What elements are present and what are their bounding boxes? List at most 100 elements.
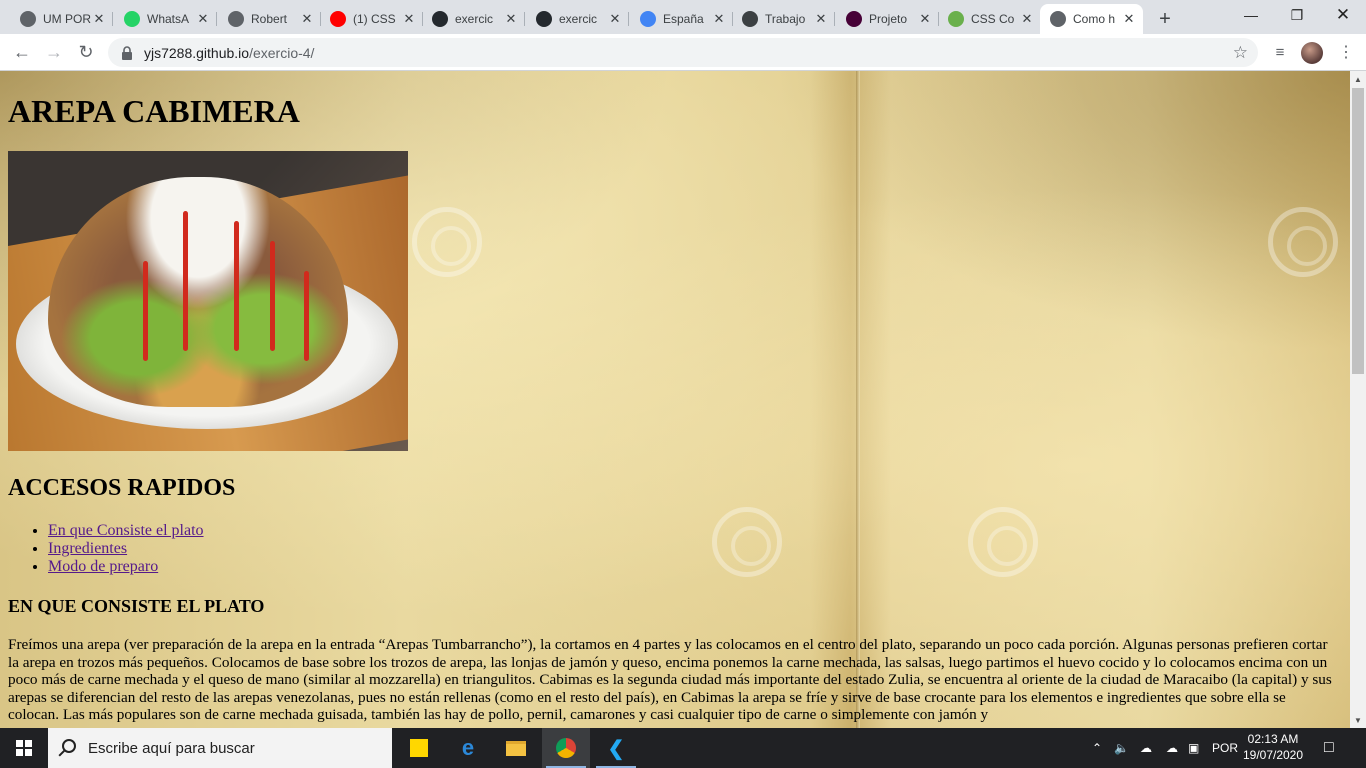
whatsapp-icon <box>124 11 140 27</box>
menu-kebab-icon[interactable]: ⋮ <box>1332 38 1360 66</box>
sauce-drizzle <box>143 261 148 361</box>
monitor-icon[interactable]: ▣ <box>1188 728 1199 768</box>
close-tab-icon[interactable]: ✕ <box>917 11 933 27</box>
address-host: yjs7288.github.io <box>144 44 250 61</box>
page-title: AREPA CABIMERA <box>8 93 300 129</box>
tab-title: España <box>663 12 704 26</box>
forward-button[interactable]: → <box>40 38 68 66</box>
profile-avatar[interactable] <box>1301 42 1323 64</box>
chrome-app-icon[interactable] <box>542 728 590 768</box>
tab-1[interactable]: WhatsA ✕ <box>114 4 217 34</box>
tab-9[interactable]: CSS Co ✕ <box>938 4 1041 34</box>
edge-app-icon[interactable]: e <box>444 728 492 768</box>
browser-toolbar: ← → ↻ yjs7288.github.io/exercio-4/ ☆ ≡ ⋮ <box>0 34 1366 71</box>
link-ingredientes[interactable]: Ingredientes <box>48 540 127 557</box>
tab-title: Como h <box>1073 12 1116 26</box>
speaker-icon[interactable]: 🔈 <box>1114 728 1129 768</box>
tab-2[interactable]: Robert ✕ <box>218 4 321 34</box>
scroll-thumb[interactable] <box>1352 88 1364 374</box>
close-tab-icon[interactable]: ✕ <box>299 11 315 27</box>
show-hidden-icons-chevron-icon[interactable]: ⌃ <box>1092 728 1102 768</box>
classroom-icon <box>742 11 758 27</box>
tab-7[interactable]: Trabajo ✕ <box>732 4 835 34</box>
cloud-icon[interactable]: ☁ <box>1166 728 1178 768</box>
maximize-button[interactable]: ❐ <box>1274 0 1320 30</box>
close-tab-icon[interactable]: ✕ <box>401 11 417 27</box>
vscode-app-icon[interactable]: ❮ <box>592 728 640 768</box>
sauce-drizzle <box>234 221 239 351</box>
tab-title: Trabajo <box>765 12 806 26</box>
globe-icon <box>228 11 244 27</box>
network-icon[interactable]: ☁ <box>1140 728 1152 768</box>
tab-title: exercic <box>559 12 598 26</box>
search-icon <box>62 739 76 753</box>
quick-access-heading: ACCESOS RAPIDOS <box>8 475 236 501</box>
tab-10[interactable]: Como h ✕ <box>1040 4 1143 34</box>
close-tab-icon[interactable]: ✕ <box>711 11 727 27</box>
language-indicator[interactable]: POR <box>1212 728 1238 768</box>
search-placeholder: Escribe aquí para buscar <box>88 739 255 757</box>
close-tab-icon[interactable]: ✕ <box>607 11 623 27</box>
list-item: Modo de preparo <box>48 558 204 576</box>
sticky-notes-app-icon[interactable] <box>395 728 443 768</box>
close-tab-icon[interactable]: ✕ <box>195 11 211 27</box>
minimize-button[interactable]: — <box>1228 0 1274 30</box>
scroll-down-arrow[interactable]: ▼ <box>1350 712 1366 728</box>
quick-access-list: En que Consiste el plato Ingredientes Mo… <box>48 522 204 576</box>
back-button[interactable]: ← <box>8 38 36 66</box>
close-window-button[interactable]: ✕ <box>1320 0 1366 30</box>
close-tab-icon[interactable]: ✕ <box>1019 11 1035 27</box>
tab-title: Projeto <box>869 12 908 26</box>
notification-icon[interactable]: □ <box>1324 728 1334 768</box>
tab-8[interactable]: Projeto ✕ <box>836 4 939 34</box>
tab-3[interactable]: (1) CSS ✕ <box>320 4 423 34</box>
windows-logo-icon <box>16 740 32 756</box>
tab-title: exercic <box>455 12 494 26</box>
tab-separator <box>524 12 525 26</box>
tab-title: WhatsA <box>147 12 190 26</box>
tab-strip: UM POR ✕ WhatsA ✕ Robert ✕ (1) CSS ✕ exercic ✕ exe… <box>0 0 1366 34</box>
list-item: En que Consiste el plato <box>48 522 204 540</box>
tab-5[interactable]: exercic ✕ <box>526 4 629 34</box>
address-path: /exercio-4/ <box>249 44 315 61</box>
taskbar-clock[interactable]: 02:13 AM 19/07/2020 <box>1240 731 1306 763</box>
address-bar[interactable]: yjs7288.github.io/exercio-4/ ☆ <box>108 38 1258 67</box>
file-explorer-app-icon[interactable] <box>492 728 540 768</box>
puzzle-icon <box>640 11 656 27</box>
start-button[interactable] <box>0 728 48 768</box>
link-en-que-consiste[interactable]: En que Consiste el plato <box>48 522 204 539</box>
new-tab-button[interactable]: + <box>1151 5 1179 33</box>
tab-4[interactable]: exercic ✕ <box>422 4 525 34</box>
watermark <box>1268 207 1338 277</box>
sauce-drizzle <box>304 271 309 361</box>
page-viewport: AREPA CABIMERA ACCESOS RAPIDOS En que Co… <box>0 71 1350 728</box>
reload-button[interactable]: ↻ <box>72 38 100 66</box>
youtube-icon <box>330 11 346 27</box>
section-heading: EN QUE CONSISTE EL PLATO <box>8 596 265 616</box>
xd-icon <box>846 11 862 27</box>
link-modo-de-preparo[interactable]: Modo de preparo <box>48 558 158 575</box>
close-tab-icon[interactable]: ✕ <box>1121 11 1137 27</box>
media-control-icon[interactable]: ≡ <box>1266 38 1294 66</box>
bookmark-star-icon[interactable]: ☆ <box>1233 43 1248 63</box>
windows-taskbar: Escribe aquí para buscar e ❮ ⌃ 🔈 ☁ ☁ ▣ P… <box>0 728 1366 768</box>
paper-fold <box>856 71 860 728</box>
github-icon <box>432 11 448 27</box>
list-item: Ingredientes <box>48 540 204 558</box>
tab-6[interactable]: España ✕ <box>630 4 733 34</box>
tab-title: UM POR <box>43 12 91 26</box>
tab-separator <box>216 12 217 26</box>
sauce-drizzle <box>183 211 188 351</box>
vertical-scrollbar[interactable]: ▲ ▼ <box>1350 71 1366 728</box>
clock-date: 19/07/2020 <box>1242 748 1304 762</box>
tab-0[interactable]: UM POR ✕ <box>10 4 113 34</box>
globe-icon <box>1050 11 1066 27</box>
taskbar-search[interactable]: Escribe aquí para buscar <box>48 728 392 768</box>
scroll-up-arrow[interactable]: ▲ <box>1350 71 1366 87</box>
close-tab-icon[interactable]: ✕ <box>91 11 107 27</box>
close-tab-icon[interactable]: ✕ <box>503 11 519 27</box>
css-icon <box>948 11 964 27</box>
close-tab-icon[interactable]: ✕ <box>813 11 829 27</box>
tab-title: CSS Co <box>971 12 1015 26</box>
description-paragraph: Freímos una arepa (ver preparación de la… <box>8 636 1332 724</box>
